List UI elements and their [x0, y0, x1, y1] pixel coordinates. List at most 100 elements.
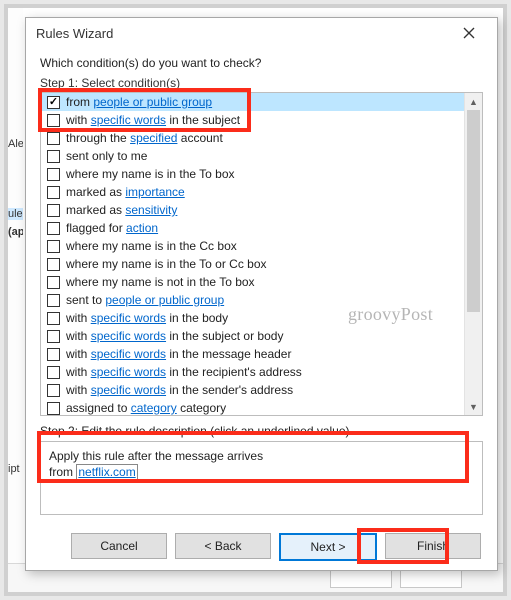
- condition-item[interactable]: flagged for action: [41, 219, 465, 237]
- finish-button[interactable]: Finish: [385, 533, 481, 559]
- condition-item[interactable]: with specific words in the body: [41, 309, 465, 327]
- condition-text: assigned to category category: [66, 401, 226, 415]
- conditions-listbox: from people or public group with specific…: [40, 92, 483, 416]
- bg-box: [330, 568, 392, 588]
- condition-checkbox[interactable]: [47, 240, 60, 253]
- condition-checkbox[interactable]: [47, 384, 60, 397]
- condition-item[interactable]: where my name is not in the To box: [41, 273, 465, 291]
- condition-link[interactable]: specific words: [91, 329, 166, 343]
- condition-link[interactable]: specific words: [91, 113, 166, 127]
- button-row: Cancel < Back Next > Finish: [40, 533, 483, 561]
- condition-checkbox[interactable]: [47, 150, 60, 163]
- condition-text: with specific words in the body: [66, 311, 228, 325]
- condition-link[interactable]: specific words: [91, 311, 166, 325]
- condition-item[interactable]: through the specified account: [41, 129, 465, 147]
- condition-text: sent only to me: [66, 149, 147, 163]
- bg-text: ipt: [8, 463, 23, 475]
- condition-text: where my name is in the To or Cc box: [66, 257, 267, 271]
- bg-box: [400, 568, 462, 588]
- rules-wizard-dialog: Rules Wizard Which condition(s) do you w…: [25, 17, 498, 571]
- next-button[interactable]: Next >: [279, 533, 377, 561]
- condition-text: marked as importance: [66, 185, 185, 199]
- condition-link[interactable]: people or public group: [93, 95, 212, 109]
- titlebar: Rules Wizard: [26, 18, 497, 48]
- condition-checkbox[interactable]: [47, 204, 60, 217]
- scroll-up-button[interactable]: ▲: [465, 93, 482, 110]
- condition-item[interactable]: assigned to category category: [41, 399, 465, 415]
- condition-link[interactable]: specific words: [91, 347, 166, 361]
- condition-link[interactable]: category: [131, 401, 177, 415]
- close-icon: [463, 27, 475, 39]
- description-line: from netflix.com: [49, 464, 474, 480]
- scroll-down-button[interactable]: ▼: [465, 398, 482, 415]
- dialog-title: Rules Wizard: [36, 26, 113, 41]
- condition-checkbox[interactable]: [47, 294, 60, 307]
- condition-text: where my name is not in the To box: [66, 275, 255, 289]
- condition-text: through the specified account: [66, 131, 223, 145]
- scroll-track[interactable]: [465, 110, 482, 398]
- condition-item[interactable]: from people or public group: [41, 93, 465, 111]
- condition-link[interactable]: sensitivity: [125, 203, 177, 217]
- bg-text: ule: [8, 208, 23, 220]
- condition-item[interactable]: marked as importance: [41, 183, 465, 201]
- close-button[interactable]: [449, 19, 489, 47]
- step2-label: Step 2: Edit the rule description (click…: [40, 424, 483, 438]
- condition-text: where my name is in the Cc box: [66, 239, 237, 253]
- bg-text: Ale: [8, 138, 23, 150]
- condition-item[interactable]: where my name is in the To or Cc box: [41, 255, 465, 273]
- condition-checkbox[interactable]: [47, 168, 60, 181]
- condition-item[interactable]: with specific words in the recipient's a…: [41, 363, 465, 381]
- condition-text: with specific words in the message heade…: [66, 347, 291, 361]
- condition-checkbox[interactable]: [47, 330, 60, 343]
- description-line: Apply this rule after the message arrive…: [49, 448, 474, 464]
- cancel-button[interactable]: Cancel: [71, 533, 167, 559]
- condition-item[interactable]: marked as sensitivity: [41, 201, 465, 219]
- condition-link[interactable]: specific words: [91, 365, 166, 379]
- condition-item[interactable]: with specific words in the sender's addr…: [41, 381, 465, 399]
- condition-item[interactable]: with specific words in the subject: [41, 111, 465, 129]
- sender-link[interactable]: netflix.com: [78, 465, 135, 479]
- dialog-body: Which condition(s) do you want to check?…: [26, 48, 497, 571]
- condition-link[interactable]: people or public group: [105, 293, 224, 307]
- condition-text: flagged for action: [66, 221, 158, 235]
- condition-checkbox[interactable]: [47, 366, 60, 379]
- condition-text: with specific words in the subject: [66, 113, 240, 127]
- condition-checkbox[interactable]: [47, 258, 60, 271]
- scroll-thumb[interactable]: [467, 110, 480, 312]
- bg-text: (ap: [8, 226, 23, 238]
- condition-text: with specific words in the sender's addr…: [66, 383, 293, 397]
- condition-checkbox[interactable]: [47, 222, 60, 235]
- condition-link[interactable]: specific words: [91, 383, 166, 397]
- condition-checkbox[interactable]: [47, 276, 60, 289]
- prompt-text: Which condition(s) do you want to check?: [40, 56, 483, 70]
- step1-label: Step 1: Select condition(s): [40, 76, 483, 90]
- condition-link[interactable]: importance: [125, 185, 184, 199]
- condition-checkbox[interactable]: [47, 132, 60, 145]
- condition-item[interactable]: where my name is in the To box: [41, 165, 465, 183]
- condition-item[interactable]: where my name is in the Cc box: [41, 237, 465, 255]
- condition-link[interactable]: specified: [130, 131, 177, 145]
- back-button[interactable]: < Back: [175, 533, 271, 559]
- condition-item[interactable]: sent only to me: [41, 147, 465, 165]
- condition-item[interactable]: sent to people or public group: [41, 291, 465, 309]
- condition-text: marked as sensitivity: [66, 203, 177, 217]
- condition-item[interactable]: with specific words in the message heade…: [41, 345, 465, 363]
- condition-text: from people or public group: [66, 95, 212, 109]
- condition-checkbox[interactable]: [47, 402, 60, 415]
- background-window-fragment: Ale ule (ap ipt: [8, 8, 23, 592]
- condition-text: where my name is in the To box: [66, 167, 235, 181]
- conditions-list[interactable]: from people or public group with specific…: [41, 93, 465, 415]
- condition-checkbox[interactable]: [47, 114, 60, 127]
- condition-text: sent to people or public group: [66, 293, 224, 307]
- condition-checkbox[interactable]: [47, 312, 60, 325]
- condition-text: with specific words in the recipient's a…: [66, 365, 302, 379]
- scrollbar-vertical[interactable]: ▲ ▼: [464, 93, 482, 415]
- description-link-frame: netflix.com: [76, 464, 137, 480]
- condition-text: with specific words in the subject or bo…: [66, 329, 283, 343]
- condition-item[interactable]: with specific words in the subject or bo…: [41, 327, 465, 345]
- condition-checkbox[interactable]: [47, 186, 60, 199]
- condition-link[interactable]: action: [126, 221, 158, 235]
- rule-description-box: Apply this rule after the message arrive…: [40, 441, 483, 515]
- condition-checkbox[interactable]: [47, 348, 60, 361]
- condition-checkbox[interactable]: [47, 96, 60, 109]
